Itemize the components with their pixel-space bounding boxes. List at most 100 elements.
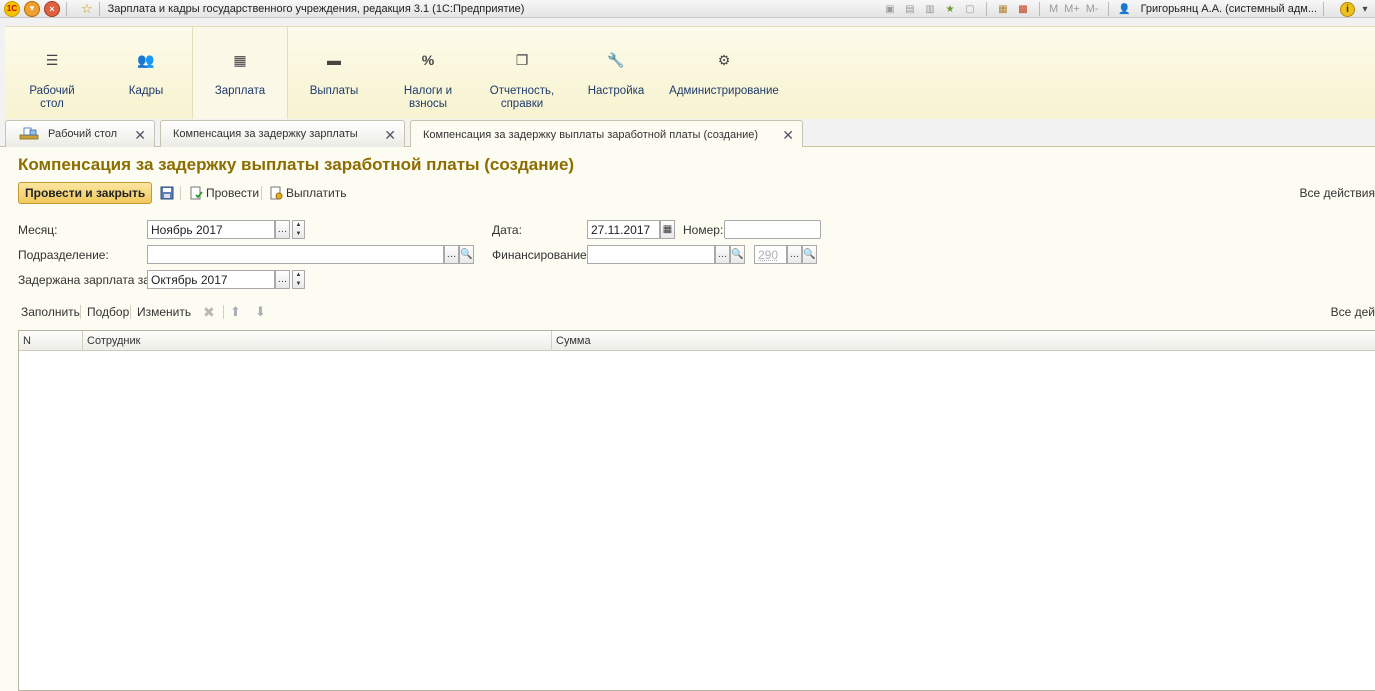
calendar-icon[interactable]: ▦ [660,220,675,239]
link-icon[interactable]: ▢ [963,2,977,16]
open-windows-tabs: Рабочий стол ✕ Компенсация за задержку з… [0,119,1375,148]
post-button[interactable]: Провести [189,182,259,204]
form-title: Компенсация за задержку выплаты заработн… [18,155,575,174]
department-field[interactable] [147,245,444,264]
memory-minus-button[interactable]: M- [1086,3,1099,15]
command-divider [261,186,262,200]
section-label: Налоги и взносы [403,85,453,110]
all-actions-menu[interactable]: Все действия [1300,182,1375,204]
post-and-close-button[interactable]: Провести и закрыть [18,182,153,204]
number-field[interactable] [724,220,821,239]
section-settings[interactable]: 🔧 Настройка [575,27,657,121]
section-hr[interactable]: 👥 Кадры [105,27,187,121]
form-command-bar: Провести и закрыть Провести Выплатить Вс… [18,182,1375,204]
month-field[interactable]: Ноябрь 2017 [147,220,275,239]
close-tab-icon[interactable]: ✕ [384,127,396,144]
close-tab-icon[interactable]: ✕ [134,127,146,144]
section-payments[interactable]: ▬ Выплаты [293,27,375,121]
preview-icon[interactable]: ▥ [923,2,937,16]
main-menu-icon[interactable]: ▾ [24,0,40,17]
command-divider [180,186,181,200]
section-administration[interactable]: ⚙ Администрирование [665,27,783,121]
calendar-tool-icon[interactable]: ▩ [1016,2,1030,16]
section-desktop[interactable]: ☰ Рабочий стол [11,27,93,121]
pay-button[interactable]: Выплатить [269,182,347,204]
titlebar-divider [985,2,987,16]
spin-down-icon: ▼ [295,231,302,237]
month-select-button[interactable]: … [275,220,290,239]
post-label: Провести [206,186,260,200]
tab-desktop[interactable]: Рабочий стол ✕ [5,120,155,147]
tab-label: Рабочий стол [48,128,118,140]
month-spin-button[interactable]: ▲ ▼ [292,220,305,239]
employees-table[interactable]: N Сотрудник Сумма [18,330,1375,691]
current-user[interactable]: Григорьянц А.А. (системный адм... [1141,3,1317,15]
section-label: Настройка [587,85,645,97]
desktop-icon [18,126,40,142]
save-icon[interactable]: ▣ [883,2,897,16]
delayed-salary-select-button[interactable]: … [275,270,290,289]
add-favorite-icon[interactable]: ★ [943,2,957,16]
date-label: Дата: [492,223,522,237]
department-select-button[interactable]: … [444,245,459,264]
move-down-icon[interactable]: ⬇ [255,302,266,322]
titlebar-divider [1323,2,1324,16]
calculator-tool-icon[interactable]: ▦ [996,2,1010,16]
change-button[interactable]: Изменить [137,302,191,322]
expense-article-field[interactable]: 290 [754,245,787,264]
window-title: Зарплата и кадры государственного учрежд… [107,2,525,15]
section-label: Зарплата [214,85,266,97]
percent-icon: % [421,52,435,68]
wrench-icon: 🔧 [607,52,625,68]
spin-up-icon: ▲ [295,272,302,278]
department-label: Подразделение: [18,248,109,262]
financing-field[interactable] [587,245,715,264]
column-header-number[interactable]: N [19,331,83,351]
number-label: Номер: [683,223,724,237]
delayed-salary-field[interactable]: Октябрь 2017 [147,270,275,289]
tab-compensation-create[interactable]: Компенсация за задержку выплаты заработн… [410,120,803,148]
section-label: Отчетность, справки [489,85,555,110]
delayed-salary-label: Задержана зарплата за: [18,273,154,287]
column-header-employee[interactable]: Сотрудник [83,331,552,351]
save-button[interactable] [160,182,177,204]
date-field[interactable]: 27.11.2017 [587,220,660,239]
favorites-star-icon[interactable]: ☆ [81,1,93,17]
financing-label: Финансирование: [492,248,591,262]
info-icon[interactable]: i [1340,1,1355,17]
info-dropdown-icon[interactable]: ▾ [1358,2,1372,16]
tab-compensation-list[interactable]: Компенсация за задержку зарплаты ✕ [160,120,405,147]
print-icon[interactable]: ▤ [903,2,917,16]
section-label: Выплаты [309,85,359,97]
department-search-icon[interactable]: 🔍 [459,245,474,264]
titlebar-divider [98,1,100,16]
fill-button[interactable]: Заполнить [21,302,80,322]
floppy-save-icon [160,186,174,200]
close-tab-icon[interactable]: ✕ [782,127,794,144]
titlebar-tools: ▣ ▤ ▥ ★ ▢ ▦ ▩ M M+ M- 👤 Григорьянц А.А. … [880,0,1375,18]
app-logo-icon[interactable]: 1С [4,0,20,17]
table-command-bar: Заполнить Подбор Изменить ✖ ⬆ ⬇ Все дей [18,302,1375,322]
document-form: Компенсация за задержку выплаты заработн… [0,147,1375,691]
section-salary[interactable]: ▦ Зарплата [192,27,288,121]
financing-select-button[interactable]: … [715,245,730,264]
section-label: Администрирование [669,85,779,97]
delete-row-icon[interactable]: ✖ [203,302,215,322]
section-reports[interactable]: ❐ Отчетность, справки [477,27,567,121]
expense-article-select-button[interactable]: … [787,245,802,264]
titlebar-divider [1107,2,1109,16]
month-label: Месяц: [18,223,58,237]
pick-button[interactable]: Подбор [87,302,129,322]
financing-search-icon[interactable]: 🔍 [730,245,745,264]
table-all-actions-menu[interactable]: Все дей [1331,302,1375,322]
delayed-salary-spin-button[interactable]: ▲ ▼ [292,270,305,289]
spin-down-icon: ▼ [295,281,302,287]
memory-plus-button[interactable]: M+ [1064,3,1080,15]
move-up-icon[interactable]: ⬆ [230,302,241,322]
close-window-icon[interactable]: × [44,0,60,17]
section-taxes[interactable]: % Налоги и взносы [387,27,469,121]
tab-label: Компенсация за задержку выплаты заработн… [423,128,759,141]
expense-article-search-icon[interactable]: 🔍 [802,245,817,264]
memory-m-button[interactable]: M [1049,3,1058,15]
column-header-amount[interactable]: Сумма [552,331,1375,351]
